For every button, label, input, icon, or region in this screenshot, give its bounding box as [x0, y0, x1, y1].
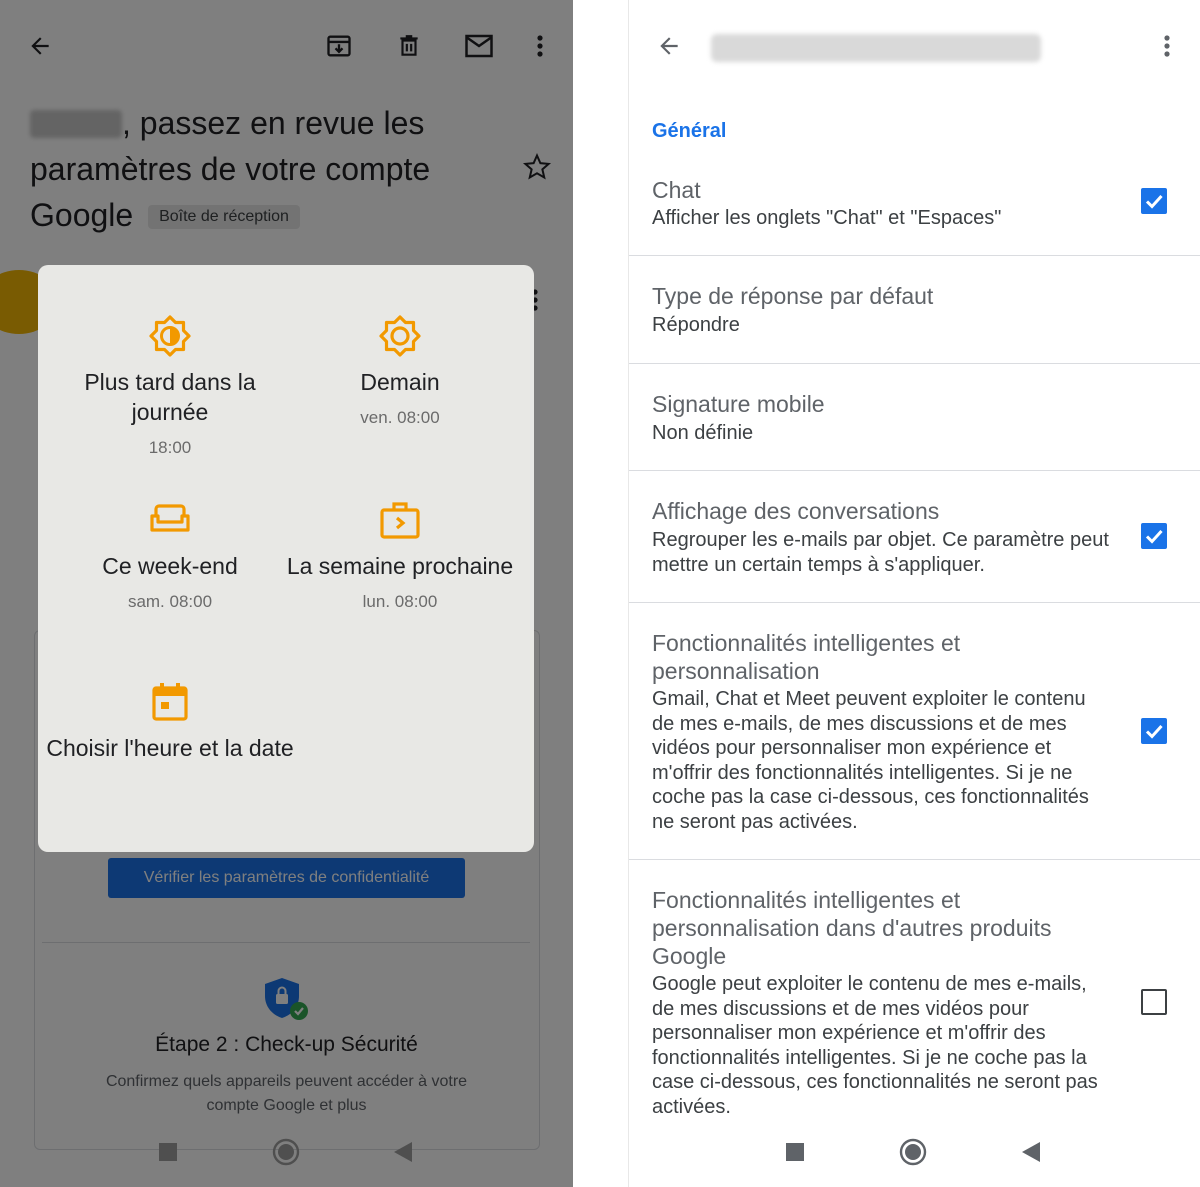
snooze-weekend-option[interactable]: Ce week-end sam. 08:00 — [46, 497, 294, 615]
briefcase-icon — [276, 497, 524, 543]
setting-default-reply[interactable]: Type de réponse par défaut Répondre — [629, 256, 1200, 364]
smart-features-checkbox[interactable] — [1141, 718, 1167, 744]
more-vert-icon[interactable] — [1149, 28, 1185, 64]
setting-title: Signature mobile — [652, 391, 825, 417]
setting-title: Fonctionnalités intelligentes et personn… — [652, 630, 961, 684]
snooze-later-today-option[interactable]: Plus tard dans la journée 18:00 — [46, 313, 294, 461]
setting-mobile-signature[interactable]: Signature mobile Non définie — [629, 364, 1200, 471]
brightness-medium-icon — [46, 313, 294, 359]
sun-icon — [276, 313, 524, 359]
setting-description: Google peut exploiter le contenu de mes … — [652, 973, 1098, 1118]
system-nav-bar — [629, 1117, 1200, 1187]
option-label: Demain — [360, 369, 440, 395]
setting-smart-features[interactable]: Fonctionnalités intelligentes et personn… — [629, 603, 1200, 860]
setting-title: Chat — [652, 177, 701, 203]
snooze-tomorrow-option[interactable]: Demain ven. 08:00 — [276, 313, 524, 431]
setting-chat[interactable]: Chat Afficher les onglets "Chat" et "Esp… — [629, 160, 1200, 256]
back-triangle-icon[interactable] — [1013, 1134, 1049, 1170]
option-time: lun. 08:00 — [362, 592, 438, 611]
snooze-next-week-option[interactable]: La semaine prochaine lun. 08:00 — [276, 497, 524, 615]
snooze-pick-date-option[interactable]: Choisir l'heure et la date — [46, 679, 294, 763]
setting-description: Regrouper les e-mails par objet. Ce para… — [652, 529, 1109, 576]
section-title-general: Général — [652, 120, 727, 142]
option-time: ven. 08:00 — [360, 408, 440, 427]
setting-description: Gmail, Chat et Meet peuvent exploiter le… — [652, 688, 1089, 833]
gmail-settings-screen: Général Chat Afficher les onglets "Chat"… — [628, 0, 1200, 1187]
setting-description: Répondre — [652, 314, 740, 336]
settings-toolbar — [629, 0, 1200, 96]
gmail-message-screen: , passez en revue les paramètres de votr… — [0, 0, 573, 1187]
setting-description: Afficher les onglets "Chat" et "Espaces" — [652, 207, 1002, 229]
setting-conversation-view[interactable]: Affichage des conversations Regrouper le… — [629, 471, 1200, 603]
calendar-icon — [46, 679, 294, 725]
chat-checkbox[interactable] — [1141, 188, 1167, 214]
conversation-view-checkbox[interactable] — [1141, 523, 1167, 549]
option-label: Choisir l'heure et la date — [46, 735, 294, 761]
option-time: sam. 08:00 — [127, 592, 213, 611]
setting-title: Type de réponse par défaut — [652, 283, 934, 309]
setting-title: Affichage des conversations — [652, 498, 940, 524]
smart-features-other-products-checkbox[interactable] — [1141, 989, 1167, 1015]
recents-square-icon[interactable] — [777, 1134, 813, 1170]
option-label: Ce week-end — [102, 553, 238, 579]
option-label: Plus tard dans la journée — [84, 369, 256, 425]
option-label: La semaine prochaine — [286, 553, 514, 579]
setting-smart-features-other-products[interactable]: Fonctionnalités intelligentes et personn… — [629, 860, 1200, 1118]
setting-description: Non définie — [652, 422, 754, 444]
snooze-dialog: Plus tard dans la journée 18:00 Demain v… — [38, 265, 534, 852]
setting-title: Fonctionnalités intelligentes et personn… — [652, 887, 1052, 969]
sofa-icon — [46, 497, 294, 543]
account-email-blurred — [711, 34, 1041, 62]
option-time: 18:00 — [148, 438, 192, 457]
back-arrow-icon[interactable] — [651, 28, 687, 64]
home-circle-icon[interactable] — [895, 1134, 931, 1170]
